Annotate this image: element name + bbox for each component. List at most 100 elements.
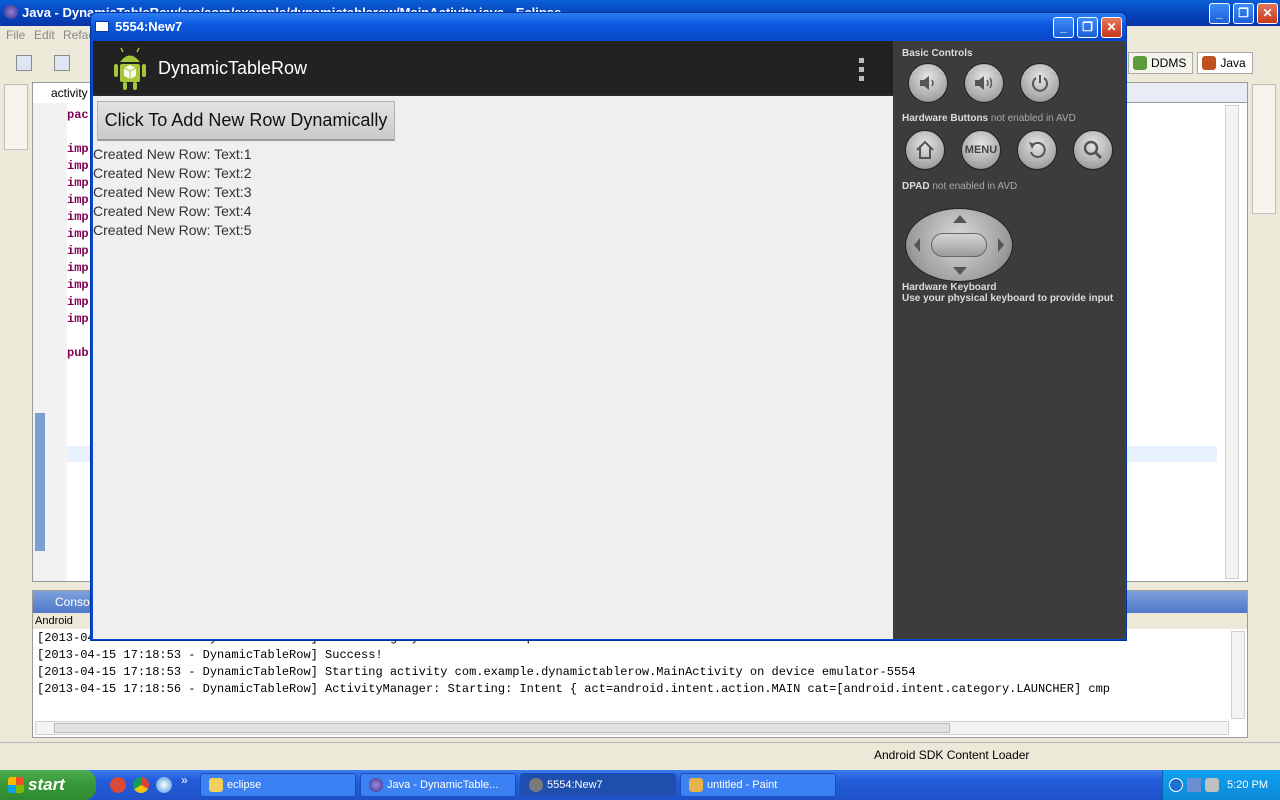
left-trim-stack[interactable] bbox=[4, 84, 28, 150]
editor-vertical-scrollbar[interactable] bbox=[1225, 105, 1239, 579]
window-icon bbox=[95, 21, 109, 32]
volume-down-icon bbox=[920, 76, 934, 90]
task-emulator[interactable]: 5554:New7 bbox=[520, 773, 676, 797]
maximize-button[interactable]: ❐ bbox=[1233, 3, 1254, 24]
emulator-window: 5554:New7 _ ❐ ✕ DynamicTableRow Click To… bbox=[90, 12, 1127, 641]
home-icon bbox=[916, 140, 934, 159]
ddms-icon bbox=[1133, 56, 1147, 70]
task-eclipse[interactable]: eclipse bbox=[200, 773, 356, 797]
menu-button[interactable]: MENU bbox=[961, 130, 1001, 170]
table-row: Created New Row: Text:1 bbox=[93, 146, 252, 162]
dpad-down-icon[interactable] bbox=[953, 267, 967, 275]
chrome-icon[interactable] bbox=[133, 777, 149, 793]
console-line: [2013-04-15 17:18:53 - DynamicTableRow] … bbox=[37, 665, 916, 679]
search-icon bbox=[1083, 140, 1103, 160]
quicklaunch-more-icon[interactable]: » bbox=[181, 773, 188, 787]
device-screen[interactable]: DynamicTableRow Click To Add New Row Dyn… bbox=[93, 41, 893, 639]
eclipse-task-icon bbox=[369, 778, 383, 792]
code-line: imp bbox=[67, 261, 89, 275]
table-row: Created New Row: Text:2 bbox=[93, 165, 252, 181]
emulator-maximize-button[interactable]: ❐ bbox=[1077, 17, 1098, 38]
windows-logo-icon bbox=[8, 777, 24, 793]
back-icon bbox=[1029, 141, 1046, 158]
keyboard-title: Hardware Keyboard bbox=[902, 282, 997, 293]
scroll-thumb[interactable] bbox=[54, 723, 950, 733]
power-icon bbox=[1032, 75, 1048, 92]
task-paint[interactable]: untitled - Paint bbox=[680, 773, 836, 797]
new-icon[interactable] bbox=[16, 55, 32, 71]
editor-gutter bbox=[33, 103, 67, 581]
code-line: imp bbox=[67, 193, 89, 207]
right-trim-stack[interactable] bbox=[1252, 84, 1276, 214]
dpad-left-icon[interactable] bbox=[914, 238, 920, 252]
perspective-switcher: DDMS Java bbox=[1128, 52, 1253, 74]
overflow-menu-icon[interactable] bbox=[856, 58, 866, 82]
volume-up-icon bbox=[975, 76, 993, 90]
search-button[interactable] bbox=[1073, 130, 1113, 170]
emulator-minimize-button[interactable]: _ bbox=[1053, 17, 1074, 38]
emulator-title: 5554:New7 bbox=[115, 19, 183, 34]
app-title: DynamicTableRow bbox=[158, 58, 308, 78]
browser-icon[interactable] bbox=[156, 777, 172, 793]
volume-icon[interactable] bbox=[1205, 778, 1219, 792]
dpad-label: DPAD not enabled in AVD bbox=[902, 181, 1018, 192]
start-button[interactable]: start bbox=[0, 770, 96, 800]
table-row: Created New Row: Text:3 bbox=[93, 184, 252, 200]
code-line: imp bbox=[67, 176, 89, 190]
perspective-java[interactable]: Java bbox=[1197, 52, 1253, 74]
system-tray: 5:20 PM bbox=[1162, 770, 1280, 800]
change-band bbox=[35, 413, 45, 551]
clock: 5:20 PM bbox=[1227, 779, 1268, 791]
code-line: imp bbox=[67, 227, 89, 241]
action-bar: DynamicTableRow bbox=[93, 41, 893, 96]
menu-file[interactable]: File bbox=[6, 28, 25, 42]
dpad-up-icon[interactable] bbox=[953, 215, 967, 223]
paint-icon bbox=[689, 778, 703, 792]
android-app-icon bbox=[114, 47, 146, 90]
code-line: pac bbox=[67, 108, 89, 122]
status-bar: Android SDK Content Loader bbox=[0, 742, 1280, 766]
keyboard-note: Use your physical keyboard to provide in… bbox=[902, 293, 1114, 304]
emulator-controls-panel: Basic Controls Hardware Buttons not enab… bbox=[893, 41, 1125, 639]
minimize-button[interactable]: _ bbox=[1209, 3, 1230, 24]
emulator-title-bar[interactable]: 5554:New7 _ ❐ ✕ bbox=[91, 13, 1126, 40]
volume-down-button[interactable] bbox=[908, 63, 948, 103]
code-line: imp bbox=[67, 312, 89, 326]
console-horizontal-scrollbar[interactable] bbox=[35, 721, 1229, 735]
add-row-button[interactable]: Click To Add New Row Dynamically bbox=[97, 101, 395, 141]
emulator-task-icon bbox=[529, 778, 543, 792]
console-output[interactable]: [2013-04-15 17:18:53 - DynamicTableRow] … bbox=[37, 631, 1227, 711]
menu-button-label: MENU bbox=[964, 144, 998, 156]
perspective-ddms[interactable]: DDMS bbox=[1128, 52, 1194, 74]
console-line: [2013-04-15 17:18:56 - DynamicTableRow] … bbox=[37, 682, 1110, 696]
dpad[interactable] bbox=[905, 208, 1013, 282]
table-row: Created New Row: Text:5 bbox=[93, 222, 252, 238]
hardware-buttons-label: Hardware Buttons not enabled in AVD bbox=[902, 113, 1076, 124]
status-text: Android SDK Content Loader bbox=[874, 748, 1030, 762]
code-line: imp bbox=[67, 295, 89, 309]
basic-controls-label: Basic Controls bbox=[902, 48, 973, 59]
back-button[interactable] bbox=[1017, 130, 1057, 170]
eclipse-icon bbox=[4, 5, 18, 19]
home-button[interactable] bbox=[905, 130, 945, 170]
code-line: imp bbox=[67, 278, 89, 292]
code-line: imp bbox=[67, 244, 89, 258]
console-vertical-scrollbar[interactable] bbox=[1231, 631, 1245, 719]
menu-edit[interactable]: Edit bbox=[34, 28, 55, 42]
volume-up-button[interactable] bbox=[964, 63, 1004, 103]
tray-expand-icon[interactable] bbox=[1169, 778, 1183, 792]
dpad-center[interactable] bbox=[931, 233, 987, 257]
save-icon[interactable] bbox=[54, 55, 70, 71]
console-line: [2013-04-15 17:18:53 - DynamicTableRow] … bbox=[37, 648, 383, 662]
quicklaunch-icon[interactable] bbox=[110, 777, 126, 793]
java-icon bbox=[1202, 56, 1217, 70]
dpad-right-icon[interactable] bbox=[998, 238, 1004, 252]
folder-icon bbox=[209, 778, 223, 792]
network-icon[interactable] bbox=[1187, 778, 1201, 792]
close-button[interactable]: ✕ bbox=[1257, 3, 1278, 24]
table-rows: Created New Row: Text:1 Created New Row:… bbox=[93, 146, 251, 241]
table-row: Created New Row: Text:4 bbox=[93, 203, 252, 219]
power-button[interactable] bbox=[1020, 63, 1060, 103]
task-java[interactable]: Java - DynamicTable... bbox=[360, 773, 516, 797]
emulator-close-button[interactable]: ✕ bbox=[1101, 17, 1122, 38]
